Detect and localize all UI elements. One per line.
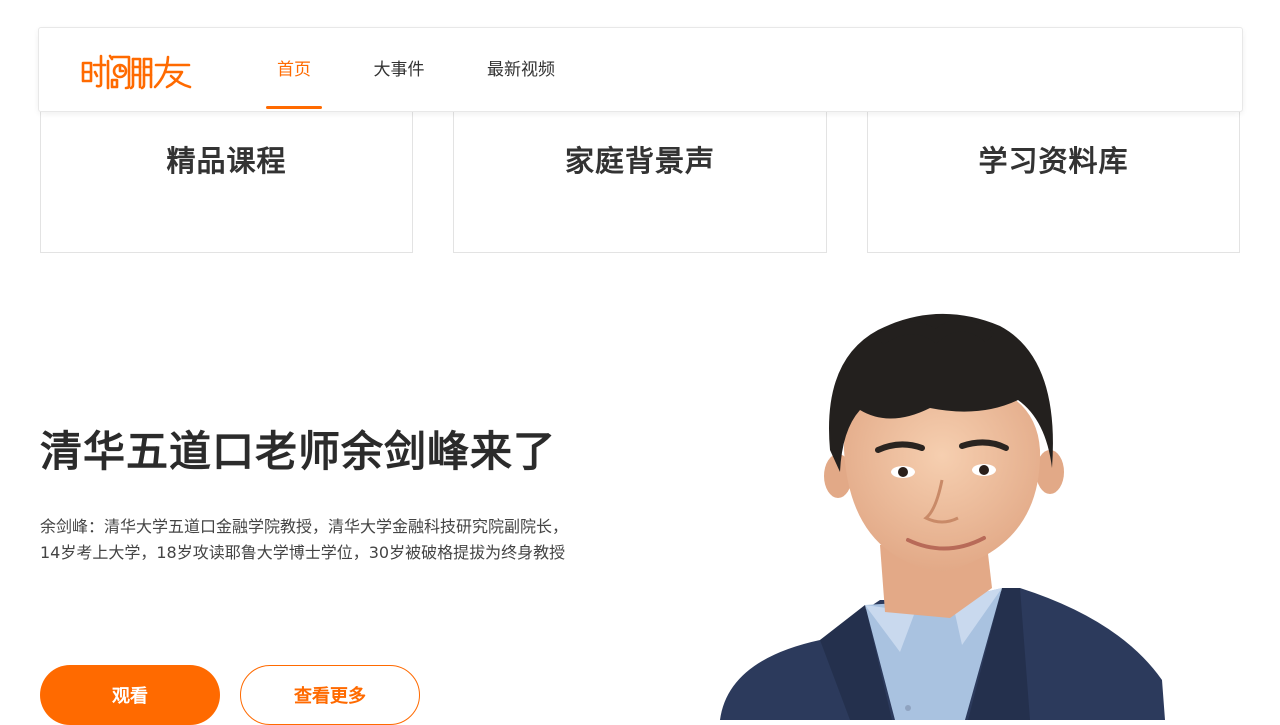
view-more-button[interactable]: 查看更多 — [240, 665, 420, 725]
nav-item-major-events[interactable]: 大事件 — [361, 28, 437, 112]
nav-item-label: 大事件 — [373, 60, 425, 80]
hero-description: 余剑峰：清华大学五道口金融学院教授，清华大学金融科技研究院副院长，14岁考上大学… — [40, 517, 569, 562]
watch-button[interactable]: 观看 — [40, 665, 220, 725]
category-card-label: 家庭背景声 — [564, 144, 715, 178]
brand-logo-mark — [81, 54, 192, 90]
nav-item-label: 首页 — [277, 60, 311, 80]
presenter-portrait — [720, 313, 1165, 720]
category-card-label: 学习资料库 — [978, 144, 1129, 178]
view-more-button-label: 查看更多 — [294, 686, 366, 707]
category-card-family-background[interactable]: 家庭背景声 — [453, 100, 827, 253]
nav-item-latest-videos[interactable]: 最新视频 — [479, 28, 563, 112]
brand-logo[interactable] — [81, 50, 196, 92]
category-card-study-library[interactable]: 学习资料库 — [867, 100, 1240, 253]
category-card-courses[interactable]: 精品课程 — [40, 100, 413, 253]
category-card-label: 精品课程 — [166, 144, 287, 178]
top-navbar: 首页 大事件 最新视频 — [38, 27, 1243, 112]
watch-button-label: 观看 — [112, 686, 148, 707]
nav-active-indicator — [266, 106, 322, 109]
hero-title: 清华五道口老师余剑峰来了 — [40, 427, 557, 476]
nav-item-home[interactable]: 首页 — [266, 28, 322, 112]
nav-item-label: 最新视频 — [487, 60, 555, 80]
